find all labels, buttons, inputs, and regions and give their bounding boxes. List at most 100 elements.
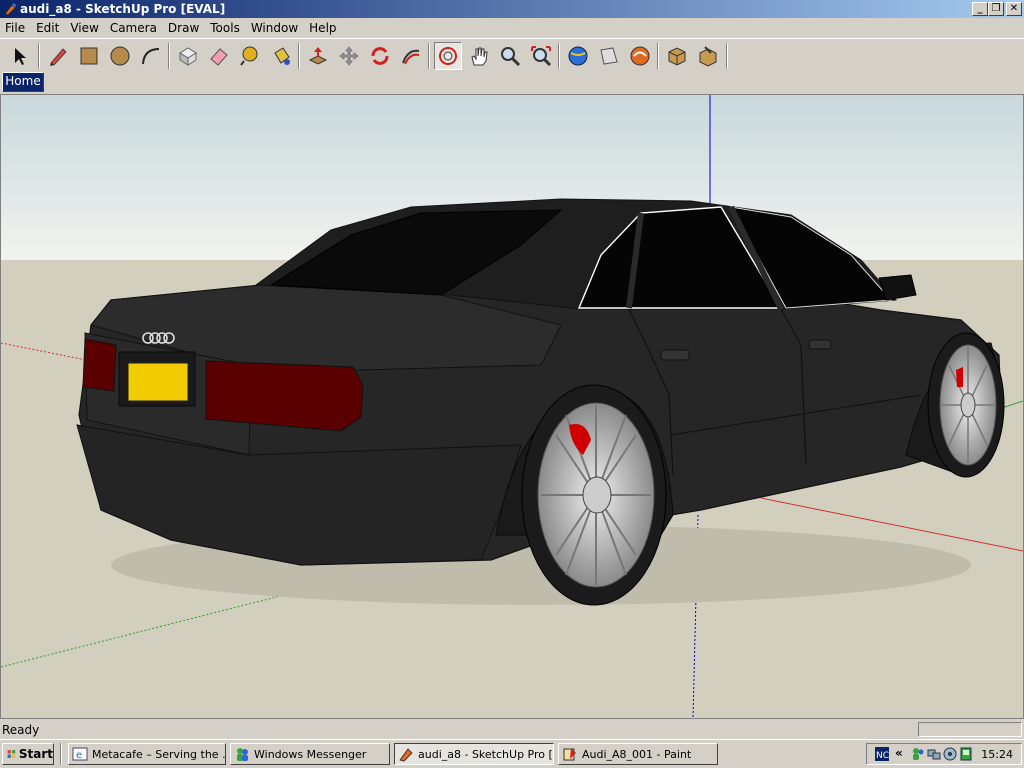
share-model-icon (600, 47, 618, 65)
show-hidden-icons-chevron-icon[interactable]: « (895, 746, 903, 760)
windows-taskbar: Start e Metacafe – Serving the ... Windo… (0, 739, 1024, 768)
hand-icon (471, 47, 488, 66)
language-indicator-icon[interactable]: NC (875, 747, 889, 761)
task-paint[interactable]: Audi_A8_001 - Paint (558, 743, 718, 765)
share-model-tool-button[interactable] (595, 42, 623, 70)
move-icon (339, 46, 359, 66)
menu-file[interactable]: File (0, 18, 31, 38)
move-tool-button[interactable] (335, 42, 363, 70)
clock[interactable]: 15:24 (981, 748, 1013, 761)
left-taillight (82, 338, 117, 392)
network-tray-icon[interactable] (927, 747, 941, 761)
task-label: Windows Messenger (254, 747, 367, 761)
speaker-tray-icon[interactable] (943, 747, 957, 761)
menu-draw[interactable]: Draw (163, 18, 205, 38)
pencil-tool-button[interactable] (44, 42, 72, 70)
front-wheel[interactable] (927, 332, 1005, 478)
toolbar-separator (558, 43, 560, 69)
pencil-icon (50, 48, 67, 66)
scene-tab-home[interactable]: Home (2, 72, 44, 92)
menu-window[interactable]: Window (246, 18, 304, 38)
toolbar-separator (298, 43, 300, 69)
paint-icon (563, 748, 576, 761)
rectangle-tool-button[interactable] (75, 42, 103, 70)
pan-tool-button[interactable] (465, 42, 493, 70)
circle-tool-button[interactable] (106, 42, 134, 70)
device-tray-icon[interactable] (959, 747, 973, 761)
component-icon (179, 47, 197, 66)
close-button[interactable]: ✕ (1006, 2, 1022, 16)
drawing-viewport[interactable] (0, 94, 1024, 719)
paint-bucket-icon (274, 47, 290, 65)
push-pull-icon (308, 47, 328, 65)
follow-me-tool-button[interactable] (397, 42, 425, 70)
right-taillight (205, 360, 364, 432)
front-door-handle (808, 339, 832, 350)
front-brake-caliper (956, 367, 963, 387)
get-models-tool-button[interactable] (564, 42, 592, 70)
side-mirror[interactable] (878, 274, 917, 301)
windows-flag-icon (7, 750, 16, 758)
menu-camera[interactable]: Camera (105, 18, 163, 38)
eraser-tool-button[interactable] (205, 42, 233, 70)
sketchup-app-icon (4, 3, 16, 16)
messenger-tray-icon[interactable] (911, 747, 925, 761)
ie-icon: e (72, 747, 88, 761)
system-tray: NC « 15:24 (866, 743, 1022, 765)
title-bar[interactable]: audi_a8 - SketchUp Pro [EVAL] _ ❐ ✕ (0, 0, 1024, 18)
menu-edit[interactable]: Edit (31, 18, 65, 38)
task-metacafe[interactable]: e Metacafe – Serving the ... (68, 743, 226, 765)
scene-3d-view[interactable] (1, 95, 1023, 718)
license-plate (127, 362, 189, 402)
orbit-tool-button[interactable] (434, 42, 462, 70)
task-label: audi_a8 - SketchUp Pro [... (418, 747, 554, 761)
menu-view[interactable]: View (65, 18, 104, 38)
push-pull-tool-button[interactable] (304, 42, 332, 70)
toolbar-separator (168, 43, 170, 69)
make-component-tool-button[interactable] (174, 42, 202, 70)
arc-icon (142, 48, 160, 65)
arc-tool-button[interactable] (137, 42, 165, 70)
rear-wheel[interactable] (521, 384, 667, 606)
start-button[interactable]: Start (2, 743, 54, 765)
3d-warehouse-tool-button[interactable] (626, 42, 654, 70)
components-tool-button[interactable] (663, 42, 691, 70)
restore-button[interactable]: ❐ (988, 2, 1004, 16)
eraser-icon (210, 48, 228, 66)
rectangle-icon (80, 47, 98, 65)
menu-help[interactable]: Help (304, 18, 342, 38)
window-title: audi_a8 - SketchUp Pro [EVAL] (20, 2, 226, 16)
task-label: Audi_A8_001 - Paint (582, 747, 692, 761)
toolbar-separator (657, 43, 659, 69)
tape-measure-tool-button[interactable] (236, 42, 264, 70)
select-tool-button[interactable] (6, 42, 34, 70)
zoom-tool-button[interactable] (496, 42, 524, 70)
follow-me-icon (402, 49, 420, 65)
menu-tools[interactable]: Tools (205, 18, 246, 38)
rear-door-handle (660, 349, 690, 361)
task-label: Metacafe – Serving the ... (92, 747, 226, 761)
magnifier-icon (501, 47, 521, 67)
globe-icon (568, 46, 588, 66)
circle-icon (110, 46, 130, 66)
measurements-box[interactable] (918, 722, 1022, 737)
menu-bar: File Edit View Camera Draw Tools Window Help (0, 18, 1024, 38)
taskbar-separator (60, 743, 62, 765)
minimize-button[interactable]: _ (972, 2, 988, 16)
components-box-icon (668, 47, 686, 66)
rotate-icon (371, 47, 389, 65)
materials-box-icon (699, 46, 717, 67)
tape-measure-icon (240, 46, 258, 66)
paint-bucket-tool-button[interactable] (267, 42, 295, 70)
rotate-tool-button[interactable] (366, 42, 394, 70)
task-windows-messenger[interactable]: Windows Messenger (230, 743, 390, 765)
svg-text:e: e (76, 750, 82, 761)
status-bar: Ready (0, 719, 1024, 739)
large-tool-set-toolbar (0, 38, 1024, 72)
task-sketchup[interactable]: audi_a8 - SketchUp Pro [... (394, 743, 554, 765)
warehouse-icon (630, 46, 650, 66)
zoom-extents-tool-button[interactable] (527, 42, 555, 70)
sketchup-icon (399, 748, 413, 762)
orbit-icon (439, 47, 457, 65)
materials-tool-button[interactable] (694, 42, 722, 70)
